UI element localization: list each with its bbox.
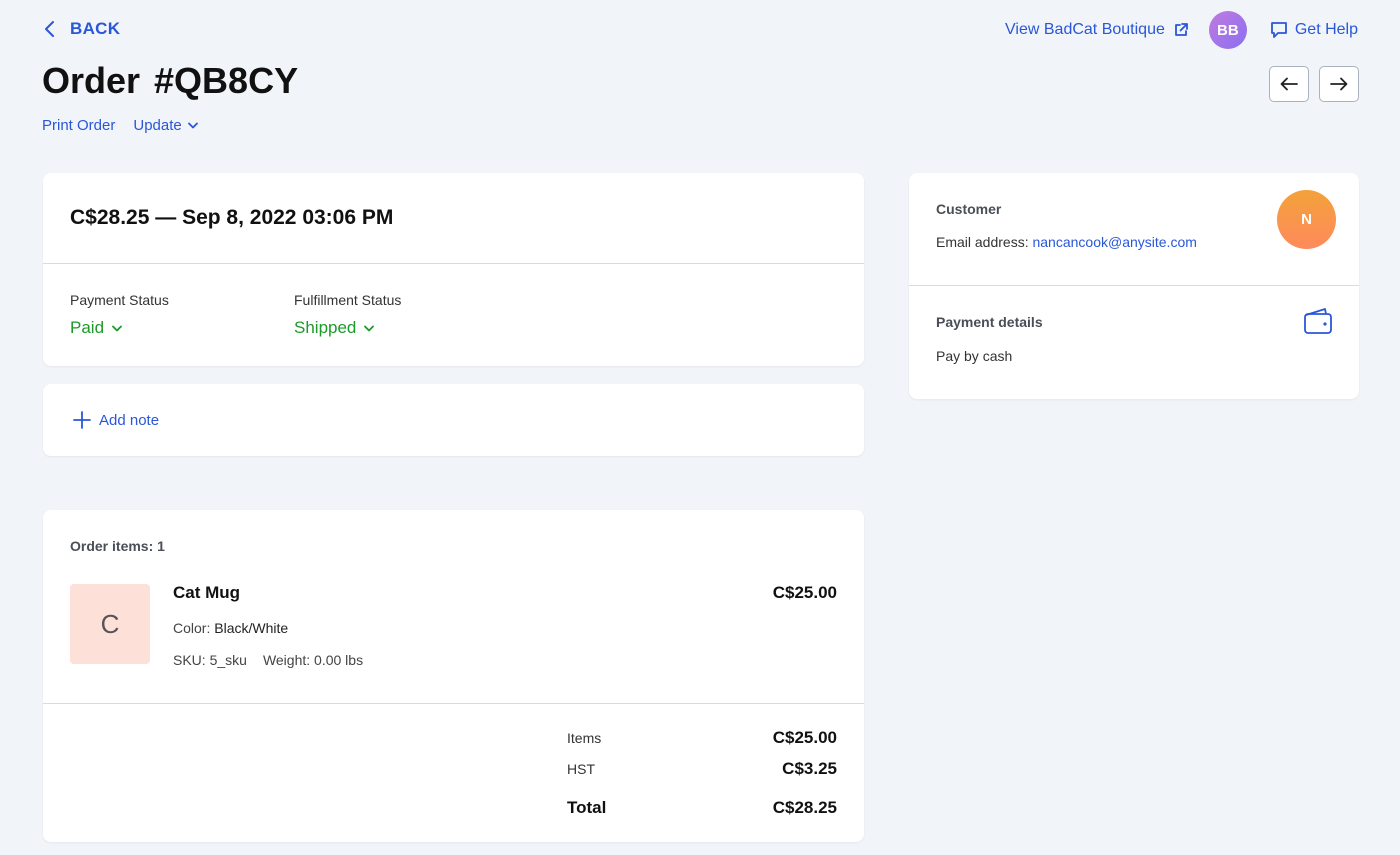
back-link[interactable]: BACK [42, 19, 120, 39]
customer-email-row: Email address: nancancook@anysite.com [936, 234, 1197, 250]
top-right-actions: View BadCat Boutique BB Get Help [1005, 11, 1358, 49]
total-label: Total [567, 798, 607, 817]
item-color-value: Black/White [214, 620, 289, 636]
item-color-label: Color: [173, 620, 211, 636]
wallet-icon [1304, 308, 1332, 334]
arrow-left-icon [1280, 77, 1298, 91]
previous-order-button[interactable] [1269, 66, 1309, 102]
tax-value: C$3.25 [782, 759, 837, 778]
items-subtotal-label: Items [567, 730, 602, 746]
item-color: Color: Black/White [173, 620, 288, 636]
chevron-down-icon [112, 325, 122, 331]
payment-status-dropdown[interactable]: Paid [70, 318, 294, 338]
user-initials: BB [1217, 21, 1239, 39]
item-sku: SKU: 5_sku [173, 652, 247, 668]
tax-row: HST C$3.25 [567, 759, 837, 790]
customer-initial: N [1301, 211, 1312, 228]
user-avatar[interactable]: BB [1208, 11, 1247, 49]
item-thumbnail: C [70, 584, 150, 664]
items-divider [43, 703, 864, 704]
view-store-label: View BadCat Boutique [1005, 21, 1165, 38]
update-label: Update [133, 117, 182, 134]
note-card: Add note [43, 384, 864, 456]
payment-details-title: Payment details [936, 314, 1043, 330]
items-subtotal-value: C$25.00 [772, 728, 837, 747]
total-value: C$28.25 [772, 798, 837, 817]
chevron-left-icon [45, 21, 54, 37]
tax-label: HST [567, 761, 595, 777]
total-row: Total C$28.25 [567, 798, 837, 829]
external-link-icon [1174, 23, 1188, 36]
customer-section: Customer Email address: nancancook@anysi… [909, 173, 1359, 286]
view-store-link[interactable]: View BadCat Boutique [1005, 21, 1189, 39]
plus-icon [73, 411, 91, 429]
customer-avatar: N [1277, 190, 1336, 249]
customer-email-link[interactable]: nancancook@anysite.com [1032, 234, 1196, 250]
get-help-link[interactable]: Get Help [1269, 20, 1358, 40]
order-items-count: Order items: 1 [70, 538, 165, 554]
payment-status: Payment Status Paid [70, 292, 294, 338]
fulfillment-status: Fulfillment Status Shipped [294, 292, 518, 338]
item-price: C$25.00 [772, 583, 837, 602]
chevron-down-icon [364, 325, 375, 331]
back-label: BACK [70, 19, 121, 38]
item-weight: Weight: 0.00 lbs [262, 652, 364, 668]
order-navigation [1269, 66, 1359, 102]
order-actions: Print Order Update [42, 117, 198, 134]
payment-status-label: Payment Status [70, 292, 169, 308]
items-subtotal-row: Items C$25.00 [567, 728, 837, 759]
next-order-button[interactable] [1319, 66, 1359, 102]
fulfillment-status-value: Shipped [294, 318, 357, 337]
chat-bubble-icon [1270, 22, 1287, 38]
add-note-label: Add note [99, 411, 160, 429]
item-thumbnail-letter: C [100, 608, 120, 639]
customer-title: Customer [936, 201, 1002, 217]
order-totals: Items C$25.00 HST C$3.25 Total C$28.25 [567, 728, 837, 829]
update-dropdown[interactable]: Update [133, 117, 198, 134]
order-items-card: Order items: 1 C Cat Mug C$25.00 Color: … [43, 510, 864, 842]
payment-method: Pay by cash [936, 348, 1013, 364]
payment-status-value: Paid [70, 318, 105, 337]
get-help-label: Get Help [1294, 21, 1358, 38]
customer-card: Customer Email address: nancancook@anysi… [909, 173, 1359, 399]
arrow-right-icon [1330, 77, 1348, 91]
item-meta: SKU: 5_sku Weight: 0.00 lbs [173, 652, 363, 668]
order-headline: C$28.25 — Sep 8, 2022 03:06 PM [43, 173, 864, 264]
chevron-down-icon [187, 122, 198, 129]
item-name: Cat Mug [173, 583, 241, 602]
email-label: Email address: [936, 234, 1029, 250]
fulfillment-status-label: Fulfillment Status [294, 292, 402, 308]
add-note-button[interactable]: Add note [73, 411, 159, 429]
status-row: Payment Status Paid Fulfillment Status S… [43, 264, 864, 338]
print-order-link[interactable]: Print Order [42, 117, 115, 134]
order-summary-card: C$28.25 — Sep 8, 2022 03:06 PM Payment S… [43, 173, 864, 366]
fulfillment-status-dropdown[interactable]: Shipped [294, 318, 518, 338]
page-title: Order #QB8CY [42, 60, 299, 101]
